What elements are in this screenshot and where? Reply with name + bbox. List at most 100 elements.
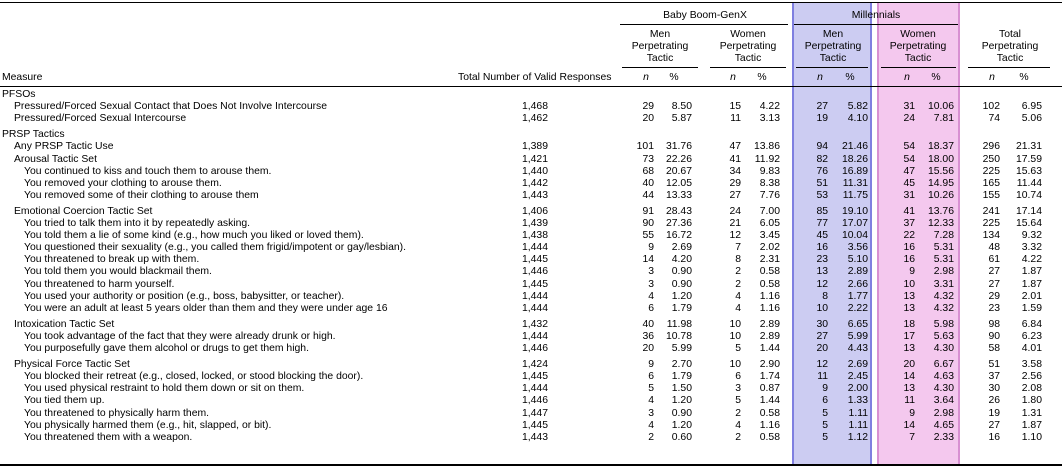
n-cell: 9 — [909, 266, 915, 278]
n-cell: 44 — [642, 189, 654, 201]
row-label: You continued to kiss and touch them to … — [24, 165, 272, 177]
n-cell: 19 — [816, 113, 828, 125]
n-cell: 53 — [816, 189, 828, 201]
sub-rule-5 — [968, 67, 1050, 68]
total-valid-cell: 1,442 — [521, 177, 548, 189]
n-cell: 20 — [816, 343, 828, 354]
row-label: You told them you would blackmail them. — [24, 266, 212, 278]
pct-cell: 0.58 — [759, 431, 780, 443]
total-valid-cell: 1,444 — [521, 290, 548, 302]
total-valid-cell: 1,443 — [521, 189, 548, 201]
pct-cell: 5.31 — [933, 254, 954, 266]
pct-header-4: % — [931, 72, 941, 83]
pct-header-5: % — [1019, 72, 1029, 83]
total-valid-cell: 1,446 — [521, 343, 548, 354]
pct-cell: 20.67 — [665, 165, 692, 177]
pct-cell: 4.01 — [1021, 343, 1042, 354]
n-cell: 4 — [648, 290, 654, 302]
n-cell: 13 — [903, 343, 915, 354]
pct-cell: 4.32 — [933, 302, 954, 314]
pct-cell: 0.87 — [759, 383, 780, 395]
n-cell: 30 — [988, 383, 1000, 395]
pct-cell: 0.58 — [759, 407, 780, 419]
n-cell: 10 — [729, 318, 741, 330]
row-label: You took advantage of the fact that they… — [24, 330, 336, 342]
n-cell: 12 — [816, 278, 828, 290]
pct-cell: 1.50 — [671, 383, 692, 395]
n-cell: 22 — [903, 230, 915, 242]
row-label: Pressured/Forced Sexual Contact that Doe… — [14, 101, 328, 113]
pct-cell: 2.66 — [847, 278, 868, 290]
pct-cell: 0.60 — [671, 431, 692, 443]
pct-cell: 2.45 — [847, 371, 868, 383]
n-cell: 27 — [816, 101, 828, 113]
n-cell: 85 — [816, 205, 828, 217]
n-cell: 3 — [648, 407, 654, 419]
n-cell: 58 — [988, 343, 1000, 354]
n-cell: 5 — [822, 419, 828, 431]
total-valid-cell: 1,445 — [521, 278, 548, 290]
pct-cell: 13.33 — [665, 189, 692, 201]
pct-cell: 6.05 — [759, 218, 780, 229]
n-cell: 37 — [903, 218, 915, 229]
n-cell: 29 — [642, 101, 654, 113]
n-cell: 19 — [988, 407, 1000, 419]
n-cell: 3 — [648, 266, 654, 278]
pct-cell: 7.28 — [933, 230, 954, 242]
row-label: You removed your clothing to arouse them… — [24, 177, 222, 189]
n-cell: 6 — [735, 371, 741, 383]
n-cell: 20 — [642, 113, 654, 125]
n-cell: 10 — [816, 302, 828, 314]
pct-cell: 18.00 — [927, 153, 954, 165]
row-label: You tried to talk them into it by repeat… — [24, 218, 251, 229]
table-bottom-rule — [0, 464, 1062, 466]
n-cell: 34 — [729, 165, 741, 177]
pct-cell: 2.69 — [847, 359, 868, 371]
pct-cell: 16.72 — [665, 230, 692, 242]
n-cell: 155 — [982, 189, 1000, 201]
pct-cell: 8.38 — [759, 177, 780, 189]
row-label: You used your authority or position (e.g… — [24, 290, 345, 302]
row-label: Intoxication Tactic Set — [14, 318, 115, 330]
pct-cell: 2.89 — [759, 330, 780, 342]
total-valid-cell: 1,444 — [521, 330, 548, 342]
row-label: You told them a lie of some kind (e.g., … — [24, 230, 364, 242]
n-cell: 13 — [816, 266, 828, 278]
pct-cell: 27.36 — [665, 218, 692, 229]
pct-cell: 15.56 — [927, 165, 954, 177]
pct-cell: 5.82 — [847, 101, 868, 113]
row-label: You threatened to break up with them. — [24, 254, 200, 266]
pct-cell: 1.20 — [671, 290, 692, 302]
row-label: You threatened to physically harm them. — [24, 407, 210, 419]
n-cell: 6 — [648, 302, 654, 314]
pct-cell: 4.32 — [933, 290, 954, 302]
total-valid-cell: 1,439 — [521, 218, 548, 229]
n-cell: 27 — [988, 266, 1000, 278]
total-valid-cell: 1,445 — [521, 254, 548, 266]
pct-cell: 1.20 — [671, 419, 692, 431]
subheader-5-line-1: Total — [999, 29, 1021, 40]
row-label: You physically harmed them (e.g., hit, s… — [24, 419, 272, 431]
pct-cell: 5.99 — [847, 330, 868, 342]
n-cell: 90 — [988, 330, 1000, 342]
n-cell: 61 — [988, 254, 1000, 266]
pct-cell: 4.43 — [847, 343, 868, 354]
n-cell: 9 — [648, 359, 654, 371]
pct-cell: 0.90 — [671, 407, 692, 419]
row-label: You removed some of their clothing to ar… — [24, 189, 259, 201]
total-valid-cell: 1,446 — [521, 266, 548, 278]
pct-cell: 1.59 — [1021, 302, 1042, 314]
pct-cell: 1.11 — [848, 407, 868, 419]
pct-cell: 0.90 — [671, 278, 692, 290]
pct-cell: 4.30 — [933, 383, 954, 395]
pct-cell: 1.44 — [759, 395, 780, 407]
n-cell: 68 — [642, 165, 654, 177]
n-cell: 40 — [642, 318, 654, 330]
subheader-1-line-3: Tactic — [646, 53, 674, 64]
n-cell: 48 — [988, 242, 1000, 254]
sub-rule-1 — [622, 67, 698, 68]
n-cell: 29 — [988, 290, 1000, 302]
pct-cell: 7.76 — [759, 189, 780, 201]
n-cell: 4 — [735, 290, 741, 302]
pct-cell: 15.64 — [1015, 218, 1042, 229]
